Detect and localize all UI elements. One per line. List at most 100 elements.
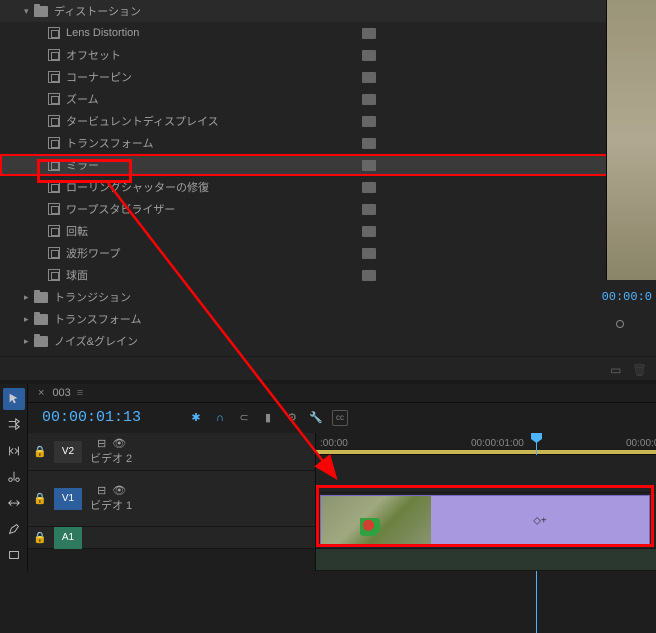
- folder-label: トランジション: [54, 289, 656, 305]
- clip-track-a1[interactable]: [316, 549, 656, 571]
- accel-badge-icon: [362, 226, 376, 237]
- video-clip[interactable]: AdobeStock_200933844.mp4: [320, 495, 650, 546]
- clips-area[interactable]: :00:00 00:00:01:00 00:00:02:00 AdobeStoc…: [316, 433, 656, 571]
- track-headers: 🔒 V2 ⊟ 👁 ビデオ 2 🔒 V1 ⊟ 👁 ビデオ 1: [28, 433, 316, 571]
- accel-badge-icon: [362, 138, 376, 149]
- effect-item[interactable]: ワープスタビライザー: [0, 198, 656, 220]
- marker-icon[interactable]: ▮: [260, 410, 276, 426]
- twisty-right-icon: ▸: [24, 314, 34, 325]
- preset-icon: [48, 137, 60, 149]
- effect-label: 波形ワープ: [66, 245, 362, 261]
- effects-folder-row[interactable]: ▸トランスフォーム: [0, 308, 656, 330]
- zoom-handle[interactable]: [616, 320, 624, 328]
- twisty-down-icon: ▾: [24, 6, 34, 17]
- effect-label: ローリングシャッターの修復: [66, 179, 362, 195]
- preset-icon: [48, 225, 60, 237]
- toggle-output-icon[interactable]: ⊟: [97, 484, 106, 497]
- preset-icon: [48, 49, 60, 61]
- playhead-timecode[interactable]: 00:00:01:13: [28, 409, 178, 426]
- razor-tool[interactable]: [3, 466, 25, 488]
- effect-item[interactable]: タービュレントディスプレイス: [0, 110, 656, 132]
- preset-icon: [48, 269, 60, 281]
- accel-badge-icon: [362, 72, 376, 83]
- clip-body: [431, 496, 649, 545]
- effect-label: ミラー: [66, 157, 362, 173]
- preset-icon: [48, 159, 60, 171]
- effect-item[interactable]: ズーム: [0, 88, 656, 110]
- track-header-v1[interactable]: 🔒 V1 ⊟ 👁 ビデオ 1: [28, 471, 315, 527]
- preset-icon: [48, 203, 60, 215]
- preview-timecode: 00:00:0: [602, 290, 652, 304]
- close-icon[interactable]: ×: [38, 387, 44, 399]
- folder-icon: [34, 292, 48, 303]
- effects-category-row[interactable]: ▾ ディストーション: [0, 0, 656, 22]
- track-v2-name: ビデオ 2: [90, 450, 132, 466]
- effects-folder-row[interactable]: ▸トランジション: [0, 286, 656, 308]
- tools-toolbar: [0, 384, 28, 571]
- lock-icon[interactable]: 🔒: [28, 492, 52, 505]
- lock-icon[interactable]: 🔒: [28, 531, 52, 544]
- timeline-header: 00:00:01:13 ✱ ∩ ⊂ ▮ ⚙ 🔧 cc: [28, 403, 656, 433]
- effect-label: ワープスタビライザー: [66, 201, 362, 217]
- effect-item[interactable]: ミラー: [0, 154, 656, 176]
- track-v1-target[interactable]: V1: [54, 488, 82, 510]
- effects-folder-row[interactable]: ▸ノイズ&グレイン: [0, 330, 656, 352]
- preset-icon: [48, 115, 60, 127]
- effect-item[interactable]: トランスフォーム: [0, 132, 656, 154]
- ripple-edit-tool[interactable]: [3, 440, 25, 462]
- rectangle-tool[interactable]: [3, 544, 25, 566]
- track-select-tool[interactable]: [3, 414, 25, 436]
- effect-item[interactable]: 波形ワープ: [0, 242, 656, 264]
- selection-tool[interactable]: [3, 388, 25, 410]
- track-v2-target[interactable]: V2: [54, 441, 82, 463]
- effect-label: ズーム: [66, 91, 362, 107]
- toggle-sync-icon[interactable]: 👁: [112, 437, 126, 450]
- toggle-output-icon[interactable]: ⊟: [97, 437, 106, 450]
- effect-label: 球面: [66, 267, 362, 283]
- wrench-icon[interactable]: 🔧: [308, 410, 324, 426]
- clip-thumbnail: [321, 496, 431, 545]
- snap-icon[interactable]: ✱: [188, 410, 204, 426]
- work-area-bar[interactable]: [316, 450, 656, 454]
- cc-icon[interactable]: cc: [332, 410, 348, 426]
- effect-label: トランスフォーム: [66, 135, 362, 151]
- track-v1-name: ビデオ 1: [90, 497, 132, 513]
- pen-tool[interactable]: [3, 518, 25, 540]
- accel-badge-icon: [362, 248, 376, 259]
- tab-menu-icon[interactable]: ≡: [77, 387, 83, 399]
- accel-badge-icon: [362, 160, 376, 171]
- time-ruler[interactable]: :00:00 00:00:01:00 00:00:02:00: [316, 433, 656, 455]
- new-folder-icon[interactable]: ▭: [610, 363, 624, 375]
- effect-item[interactable]: オフセット: [0, 44, 656, 66]
- folder-icon: [34, 314, 48, 325]
- effect-item[interactable]: 回転: [0, 220, 656, 242]
- preview-monitor-edge: [606, 0, 656, 280]
- slip-tool[interactable]: [3, 492, 25, 514]
- timeline-main: × 003 ≡ 00:00:01:13 ✱ ∩ ⊂ ▮ ⚙ 🔧 cc 🔒 V2: [28, 384, 656, 571]
- trash-icon[interactable]: 🗑: [632, 363, 646, 375]
- track-header-a1[interactable]: 🔒 A1: [28, 527, 315, 549]
- toggle-sync-icon[interactable]: 👁: [112, 484, 126, 497]
- settings-icon[interactable]: ⚙: [284, 410, 300, 426]
- track-header-v2[interactable]: 🔒 V2 ⊟ 👁 ビデオ 2: [28, 433, 315, 471]
- clip-track-v1[interactable]: AdobeStock_200933844.mp4: [316, 493, 656, 549]
- sequence-tab[interactable]: × 003 ≡: [28, 384, 656, 403]
- effect-item[interactable]: 球面: [0, 264, 656, 286]
- linked-selection-icon[interactable]: ⊂: [236, 410, 252, 426]
- magnet-icon[interactable]: ∩: [212, 410, 228, 426]
- clip-track-v2[interactable]: [316, 455, 656, 493]
- preset-icon: [48, 247, 60, 259]
- effect-item[interactable]: ローリングシャッターの修復: [0, 176, 656, 198]
- lock-icon[interactable]: 🔒: [28, 445, 52, 458]
- preset-icon: [48, 181, 60, 193]
- effects-panel: ▾ ディストーション Lens Distortionオフセットコーナーピンズーム…: [0, 0, 656, 380]
- effect-item[interactable]: コーナーピン: [0, 66, 656, 88]
- folder-icon: [34, 6, 48, 17]
- accel-badge-icon: [362, 204, 376, 215]
- effect-item[interactable]: Lens Distortion: [0, 22, 656, 44]
- ruler-tick: 00:00:02:00: [626, 438, 656, 449]
- track-a1-target[interactable]: A1: [54, 527, 82, 549]
- folder-label: ノイズ&グレイン: [54, 333, 656, 349]
- accel-badge-icon: [362, 50, 376, 61]
- preset-icon: [48, 93, 60, 105]
